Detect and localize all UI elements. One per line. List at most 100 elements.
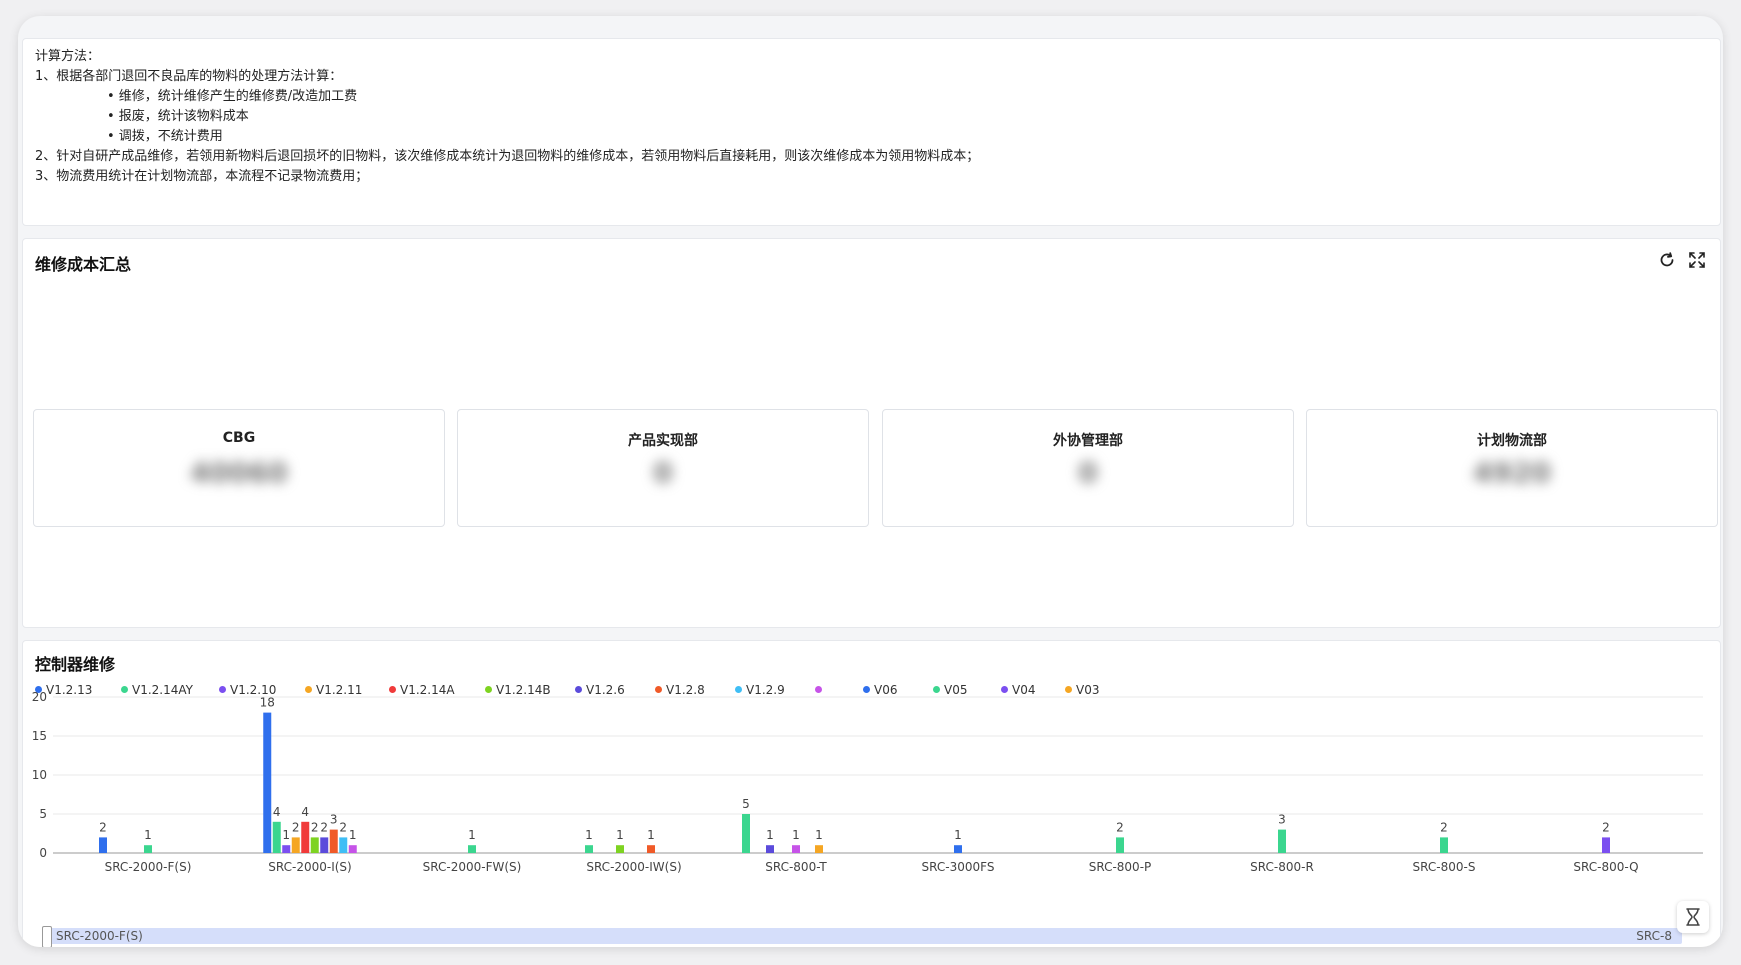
refresh-icon [1660, 252, 1674, 267]
bar-value-label: 1 [144, 828, 152, 842]
bar [742, 814, 750, 853]
slider-handle[interactable] [42, 926, 52, 947]
slider-start-label: SRC-2000-F(S) [56, 929, 143, 943]
bar [468, 845, 476, 853]
hourglass-icon [1686, 908, 1700, 926]
x-tick-label: SRC-800-T [765, 860, 827, 874]
bar-value-label: 1 [954, 828, 962, 842]
bar [339, 837, 348, 853]
bar [320, 837, 329, 853]
card-value: 0 [1078, 456, 1098, 489]
calculation-method-text: 计算方法： 1、根据各部门退回不良品库的物料的处理方法计算： • 维修，统计维修… [35, 47, 979, 187]
bar [282, 845, 291, 853]
summary-title: 维修成本汇总 [35, 255, 132, 274]
x-tick-label: SRC-2000-I(S) [268, 860, 351, 874]
x-tick-label: SRC-3000FS [922, 860, 995, 874]
bar [291, 837, 300, 853]
card-value: 4920 [1473, 456, 1551, 489]
data-zoom-slider[interactable]: SRC-2000-F(S) SRC-8 [42, 926, 1682, 947]
refresh-button[interactable] [1656, 249, 1678, 271]
bar [815, 845, 823, 853]
bar-value-label: 1 [815, 828, 823, 842]
card-label: 计划物流部 [1477, 433, 1547, 449]
x-tick-label: SRC-2000-IW(S) [586, 860, 681, 874]
bar-value-label: 1 [349, 828, 357, 842]
method-line: • 维修，统计维修产生的维修费/改造加工费 [107, 89, 358, 104]
bar-chart: 0510152021SRC-2000-F(S)1841242 2321SRC-20… [32, 690, 1703, 874]
method-line: • 调拨，不统计费用 [107, 129, 223, 144]
bar [792, 845, 800, 853]
bar-value-label: 18 [260, 696, 275, 710]
bar [1440, 837, 1448, 853]
bar [99, 837, 107, 853]
bar [310, 837, 319, 853]
dept-card-cbg[interactable]: CBG 40060 [33, 409, 445, 527]
app-window: 计算方法： 1、根据各部门退回不良品库的物料的处理方法计算： • 维修，统计维修… [18, 16, 1723, 947]
y-tick-label: 0 [39, 846, 47, 860]
dept-card-product[interactable]: 产品实现部 0 [457, 409, 869, 527]
method-line: 计算方法： [35, 49, 101, 64]
slider-end-label: SRC-8 [1636, 929, 1672, 943]
bar-value-label: 2 [99, 820, 107, 834]
controller-repair-panel: 控制器维修 V1.2.13 V1.2.14AY V1.2.10 V1.2.11 V1.2… [22, 640, 1721, 947]
bar-value-label: 3 [330, 813, 338, 827]
x-tick-label: SRC-800-Q [1573, 860, 1638, 874]
card-value: 40060 [190, 456, 288, 489]
bar-value-label: 2 [320, 820, 328, 834]
bar [348, 845, 357, 853]
x-tick-label: SRC-800-S [1413, 860, 1476, 874]
bar-value-label: 1 [282, 828, 290, 842]
bar [144, 845, 152, 853]
bar-value-label: 2 [1440, 820, 1448, 834]
method-line: • 报废，统计该物料成本 [107, 109, 249, 124]
bar-value-label: 2 [311, 820, 319, 834]
bar [647, 845, 655, 853]
x-tick-label: SRC-800-R [1250, 860, 1314, 874]
y-tick-label: 15 [32, 729, 47, 743]
bar-value-label: 1 [792, 828, 800, 842]
y-tick-label: 10 [32, 768, 47, 782]
bar [329, 829, 338, 853]
bar-value-label: 1 [468, 828, 476, 842]
bar-value-label: 2 [1116, 820, 1124, 834]
hourglass-button[interactable] [1677, 901, 1709, 933]
bar [954, 845, 962, 853]
bar-value-label: 1 [766, 828, 774, 842]
bar-value-label: 4 [273, 805, 281, 819]
x-tick-label: SRC-800-P [1089, 860, 1152, 874]
fullscreen-icon [1689, 252, 1705, 268]
y-tick-label: 20 [32, 690, 47, 704]
department-cards: CBG 40060 产品实现部 0 外协管理部 0 计划物流部 4920 [33, 409, 1718, 527]
method-line: 1、根据各部门退回不良品库的物料的处理方法计算： [35, 69, 343, 84]
bar [585, 845, 593, 853]
dept-card-outsource[interactable]: 外协管理部 0 [882, 409, 1294, 527]
method-line: 3、物流费用统计在计划物流部，本流程不记录物流费用； [35, 169, 369, 184]
method-line: 2、针对自研产成品维修，若领用新物料后退回损坏的旧物料，该次维修成本统计为退回物… [35, 149, 980, 164]
bar-value-label: 3 [1278, 813, 1286, 827]
card-label: 外协管理部 [1053, 433, 1123, 449]
fullscreen-button[interactable] [1686, 249, 1708, 271]
x-tick-label: SRC-2000-F(S) [105, 860, 192, 874]
bar [1602, 837, 1610, 853]
bar [301, 821, 310, 853]
card-value: 0 [653, 456, 673, 489]
y-tick-label: 5 [39, 807, 47, 821]
bar [1116, 837, 1124, 853]
bar-value-label: 1 [647, 828, 655, 842]
dept-card-logistics[interactable]: 计划物流部 4920 [1306, 409, 1718, 527]
card-label: 产品实现部 [628, 433, 698, 449]
bar [272, 821, 281, 853]
bar-value-label: 2 [1602, 820, 1610, 834]
bar [263, 712, 272, 853]
bar-value-label: 2 [292, 820, 300, 834]
bar-value-label: 2 [339, 820, 347, 834]
card-label: CBG [222, 430, 256, 446]
bar-value-label: 4 [301, 805, 309, 819]
calculation-method-panel: 计算方法： 1、根据各部门退回不良品库的物料的处理方法计算： • 维修，统计维修… [22, 38, 1721, 226]
bar [766, 845, 774, 853]
x-tick-label: SRC-2000-FW(S) [423, 860, 522, 874]
bar [616, 845, 624, 853]
repair-cost-summary-panel: 维修成本汇总 CBG 40060 产品实现部 0 外协管理部 0 计划物流部 4… [22, 238, 1721, 628]
summary-toolbar [1650, 245, 1714, 275]
bar-value-label: 1 [585, 828, 593, 842]
